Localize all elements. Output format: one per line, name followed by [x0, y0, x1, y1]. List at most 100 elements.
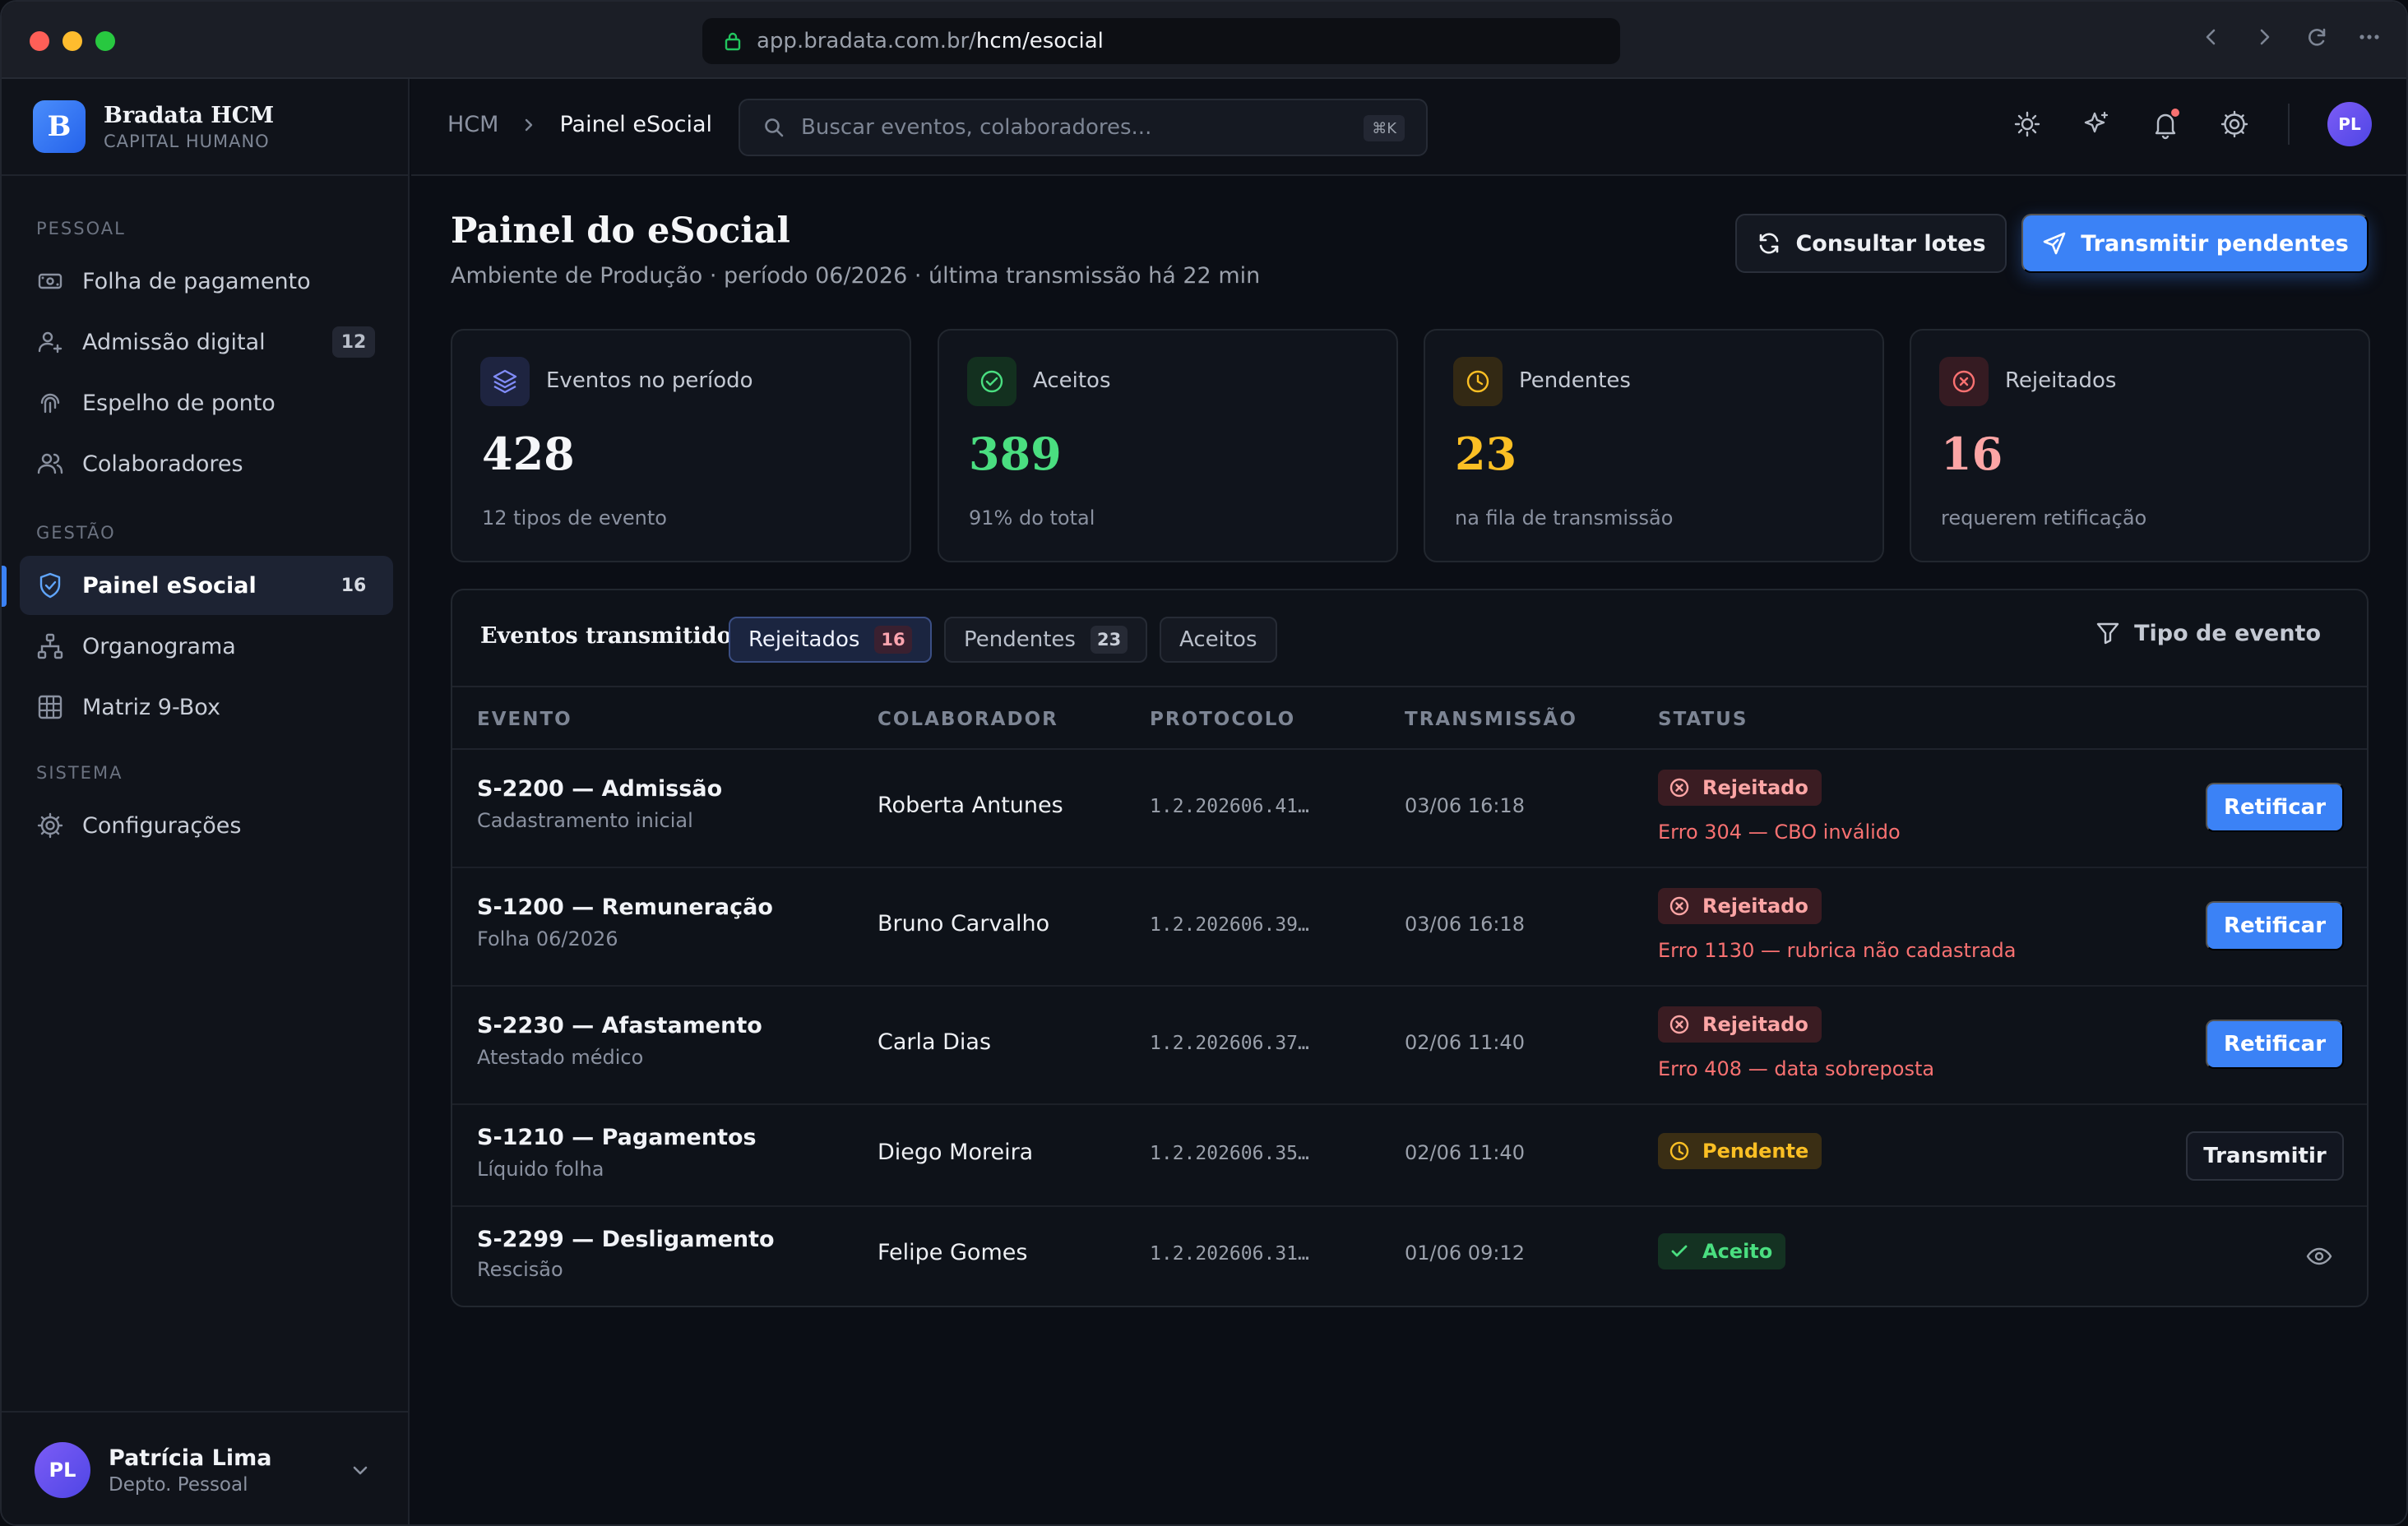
reload-icon[interactable] [2304, 25, 2329, 49]
column-header-colaborador[interactable]: COLABORADOR [878, 709, 1058, 730]
table-row[interactable]: S-2200 — Admissão Cadastramento inicial … [452, 750, 2367, 868]
minimize-window-button[interactable] [63, 31, 82, 51]
stat-label: Rejeitados [2005, 368, 2117, 393]
table-row[interactable]: S-2299 — Desligamento Rescisão Felipe Go… [452, 1207, 2367, 1306]
x-circle-icon [1669, 896, 1689, 916]
sidebar-item-folha[interactable]: Folha de pagamento [20, 252, 393, 311]
sidebar-item-matriz[interactable]: Matriz 9-Box [20, 677, 393, 737]
rectify-button[interactable]: Retificar [2206, 1020, 2344, 1069]
transmit-button[interactable]: Transmitir [2186, 1131, 2344, 1181]
sidebar-item-organograma[interactable]: Organograma [20, 617, 393, 676]
column-header-status[interactable]: STATUS [1658, 709, 1748, 730]
search-input[interactable] [801, 115, 1360, 140]
sidebar-item-label: Configurações [82, 812, 242, 839]
table-row[interactable]: S-2230 — Afastamento Atestado médico Car… [452, 987, 2367, 1105]
topbar: HCM Painel eSocial ⌘K PL [411, 79, 2406, 176]
more-icon[interactable] [2357, 25, 2382, 49]
column-header-evento[interactable]: EVENTO [477, 709, 572, 730]
send-icon [2043, 232, 2066, 255]
employee-name: Bruno Carvalho [878, 911, 1050, 936]
x-circle-icon [1669, 778, 1689, 798]
url-path: hcm/esocial [975, 29, 1104, 53]
avatar[interactable]: PL [2327, 102, 2372, 146]
event-type-filter[interactable]: Tipo de evento [2095, 620, 2321, 646]
event-description: Rescisão [477, 1258, 563, 1281]
avatar: PL [35, 1442, 90, 1498]
sidebar-item-colaboradores[interactable]: Colaboradores [20, 434, 393, 493]
section-label-sistema: SISTEMA [36, 763, 123, 783]
theme-toggle-button[interactable] [2012, 109, 2043, 140]
status-label: Rejeitado [1702, 1013, 1808, 1036]
user-menu[interactable]: PL Patrícia Lima Depto. Pessoal [2, 1411, 408, 1524]
search-box[interactable]: ⌘K [739, 99, 1428, 156]
filter-icon [2096, 622, 2119, 645]
events-panel: Eventos transmitidos Rejeitados 16 Pende… [451, 589, 2369, 1307]
table-header: EVENTO COLABORADOR PROTOCOLO TRANSMISSÃO… [452, 687, 2367, 750]
event-description: Líquido folha [477, 1158, 604, 1181]
transmission-time: 01/06 09:12 [1405, 1242, 1525, 1265]
column-header-transmissao[interactable]: TRANSMISSÃO [1405, 709, 1577, 730]
ai-assistant-button[interactable] [2081, 109, 2112, 140]
status-label: Rejeitado [1702, 895, 1808, 918]
employee-name: Roberta Antunes [878, 793, 1063, 818]
status-label: Pendente [1702, 1140, 1809, 1163]
event-name: S-2299 — Desligamento [477, 1227, 775, 1252]
sidebar-item-configuracoes[interactable]: Configurações [20, 796, 393, 855]
panel-header: Eventos transmitidos Rejeitados 16 Pende… [452, 590, 2367, 687]
browser-titlebar: app.bradata.com.br/hcm/esocial [2, 2, 2406, 79]
chevron-right-icon [526, 118, 533, 131]
consult-batches-button[interactable]: Consultar lotes [1735, 214, 2007, 273]
chevron-down-icon[interactable] [349, 1459, 372, 1482]
tab-rejeitados[interactable]: Rejeitados 16 [729, 617, 932, 663]
rectify-button[interactable]: Retificar [2206, 901, 2344, 950]
sidebar-item-label: Organograma [82, 633, 236, 659]
breadcrumb-item-current: Painel eSocial [559, 112, 713, 137]
sidebar-item-label: Espelho de ponto [82, 390, 276, 416]
status-badge: Aceito [1658, 1233, 1786, 1269]
user-name: Patrícia Lima [109, 1445, 272, 1471]
close-window-button[interactable] [30, 31, 49, 51]
eye-icon [2306, 1247, 2332, 1265]
brand[interactable]: B Bradata HCM CAPITAL HUMANO [33, 100, 274, 153]
check-icon [1671, 1245, 1688, 1257]
address-bar[interactable]: app.bradata.com.br/hcm/esocial [702, 18, 1620, 64]
payroll-icon [38, 273, 63, 289]
card-icon-box [967, 357, 1016, 406]
back-icon[interactable] [2199, 25, 2224, 49]
settings-button[interactable] [2219, 109, 2250, 140]
fingerprint-icon [40, 393, 60, 414]
employee-name: Carla Dias [878, 1029, 992, 1055]
notifications-button[interactable] [2150, 109, 2181, 140]
tab-pendentes[interactable]: Pendentes 23 [944, 617, 1148, 663]
tab-aceitos[interactable]: Aceitos [1160, 617, 1277, 663]
sidebar-item-ponto[interactable]: Espelho de ponto [20, 373, 393, 432]
stat-value: 23 [1455, 428, 1517, 480]
rectify-button[interactable]: Retificar [2206, 783, 2344, 832]
maximize-window-button[interactable] [95, 31, 115, 51]
sidebar-item-label: Matriz 9-Box [82, 694, 220, 720]
transmit-pending-button[interactable]: Transmitir pendentes [2021, 214, 2369, 273]
section-label-pessoal: PESSOAL [36, 219, 126, 238]
button-label: Transmitir pendentes [2081, 230, 2349, 257]
card-icon-box [1453, 357, 1503, 406]
user-plus-icon [38, 331, 63, 354]
count-badge: 12 [332, 326, 375, 358]
refresh-icon [1760, 233, 1779, 254]
gear-icon [2220, 110, 2248, 138]
sidebar-item-esocial[interactable]: Painel eSocial 16 [20, 556, 393, 615]
stat-value: 389 [969, 428, 1062, 480]
brand-subtitle: CAPITAL HUMANO [104, 131, 270, 151]
column-header-protocolo[interactable]: PROTOCOLO [1150, 709, 1295, 730]
grid-icon [38, 695, 63, 719]
stat-note: 12 tipos de evento [482, 506, 667, 529]
brand-logo: B [33, 100, 86, 153]
event-description: Folha 06/2026 [477, 927, 618, 950]
table-row[interactable]: S-1210 — Pagamentos Líquido folha Diego … [452, 1105, 2367, 1207]
sidebar-item-admissao[interactable]: Admissão digital 12 [20, 312, 393, 372]
forward-icon[interactable] [2252, 25, 2276, 49]
view-details-button[interactable] [2303, 1240, 2336, 1273]
url-host: app.bradata.com.br/ [757, 29, 976, 53]
breadcrumb-item-hcm[interactable]: HCM [447, 112, 498, 137]
x-circle-icon [1669, 1015, 1689, 1034]
table-row[interactable]: S-1200 — Remuneração Folha 06/2026 Bruno… [452, 868, 2367, 987]
